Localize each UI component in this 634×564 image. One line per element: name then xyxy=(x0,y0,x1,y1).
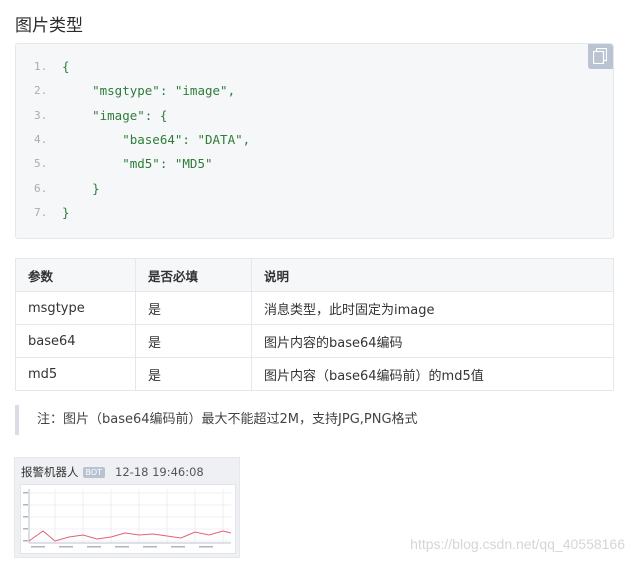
message-time: 12-18 19:46:08 xyxy=(115,465,204,479)
code-text: "md5": "MD5" xyxy=(62,156,213,172)
preview-header: 报警机器人 BOT 12-18 19:46:08 xyxy=(21,464,204,479)
line-number: 2. xyxy=(34,84,48,98)
table-row: base64 是 图片内容的base64编码 xyxy=(15,324,614,358)
header-required: 是否必填 xyxy=(135,258,252,292)
table-row: msgtype 是 消息类型，此时固定为image xyxy=(15,291,614,325)
header-param: 参数 xyxy=(15,258,136,292)
line-number: 1. xyxy=(34,60,48,73)
code-text: } xyxy=(62,180,100,196)
note-callout: 注：图片（base64编码前）最大不能超过2M，支持JPG,PNG格式 xyxy=(15,405,614,435)
param-name: msgtype xyxy=(15,291,136,325)
param-name: md5 xyxy=(15,357,136,391)
preview-chart-graphic xyxy=(23,489,232,548)
code-text: } xyxy=(62,204,70,220)
code-line: 5. "md5": "MD5" xyxy=(16,152,613,176)
message-preview-image: 报警机器人 BOT 12-18 19:46:08 xyxy=(14,457,240,558)
code-line: 6. } xyxy=(16,177,613,201)
line-number: 5. xyxy=(34,157,48,171)
page-title: 图片类型 xyxy=(15,16,83,36)
code-line: 1. { xyxy=(16,55,613,79)
param-description: 图片内容（base64编码前）的md5值 xyxy=(251,357,614,391)
code-line: 4. "base64": "DATA", xyxy=(16,128,613,152)
code-line: 3. "image": { xyxy=(16,104,613,128)
sender-name: 报警机器人 xyxy=(21,465,79,479)
code-block: 1.{2. "msgtype": "image", 3. "image": {4.… xyxy=(15,43,614,239)
line-number: 4. xyxy=(34,132,48,146)
bot-badge: BOT xyxy=(82,467,106,478)
code-text: "msgtype": "image", xyxy=(62,83,236,99)
param-name: base64 xyxy=(15,324,136,358)
header-description: 说明 xyxy=(251,258,614,292)
code-text: { xyxy=(62,59,70,74)
table-header-row: 参数 是否必填 说明 xyxy=(15,258,614,292)
preview-chart-thumbnail xyxy=(20,484,236,554)
watermark: https://blog.csdn.net/qq_40558166 xyxy=(410,536,625,552)
param-description: 消息类型，此时固定为image xyxy=(251,291,614,325)
line-number: 3. xyxy=(34,108,48,122)
param-required: 是 xyxy=(135,291,252,325)
param-required: 是 xyxy=(135,324,252,358)
params-table: 参数 是否必填 说明 msgtype 是 消息类型，此时固定为image bas… xyxy=(15,258,614,391)
param-required: 是 xyxy=(135,357,252,391)
code-text: "image": { xyxy=(62,107,168,123)
line-number: 7. xyxy=(34,205,48,219)
code-text: "base64": "DATA", xyxy=(62,131,251,147)
line-number: 6. xyxy=(34,181,48,195)
code-line: 7.} xyxy=(16,201,613,225)
code-line: 2. "msgtype": "image", xyxy=(16,79,613,103)
table-row: md5 是 图片内容（base64编码前）的md5值 xyxy=(15,357,614,391)
param-description: 图片内容的base64编码 xyxy=(251,324,614,358)
